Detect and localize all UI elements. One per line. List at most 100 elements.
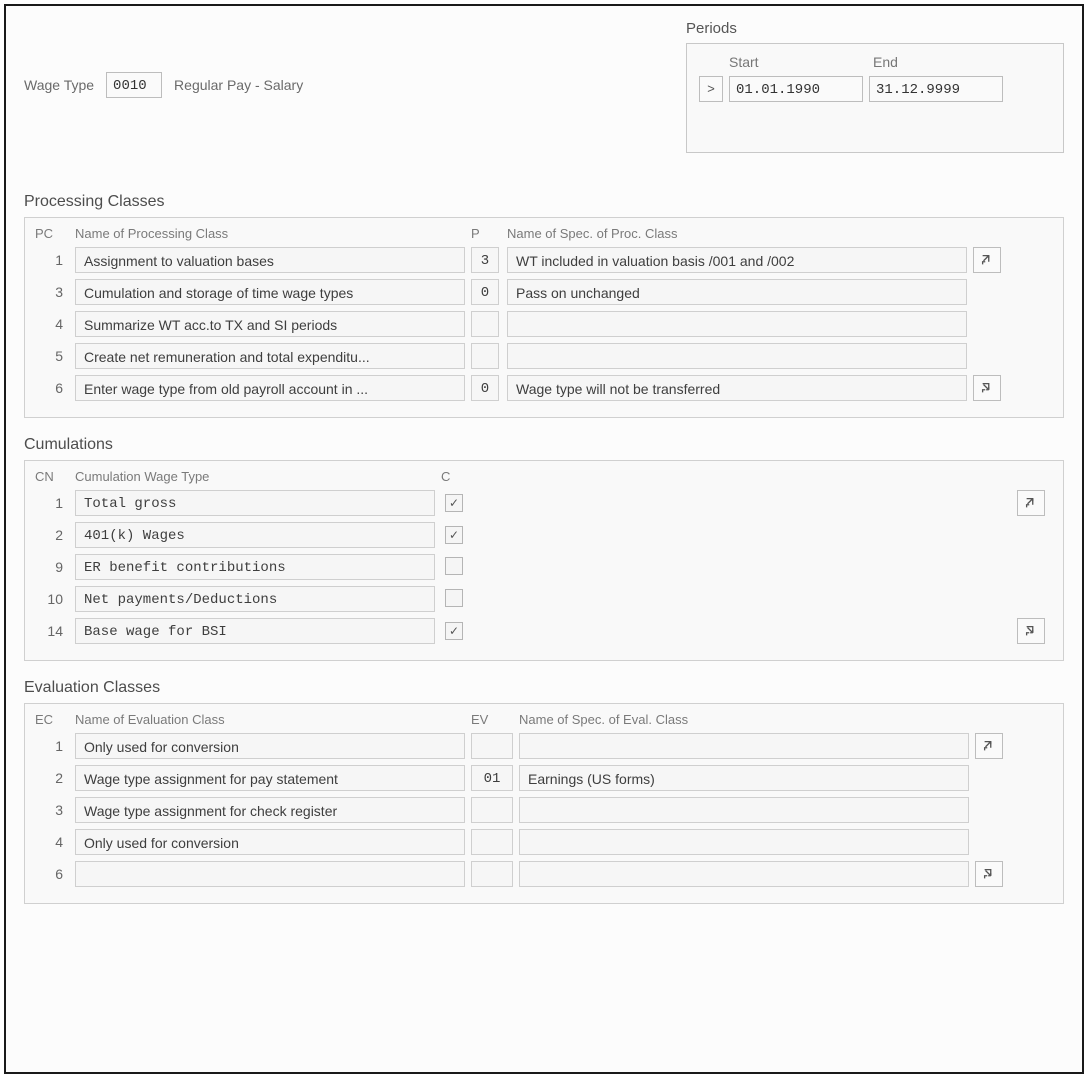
pc-number: 5 — [35, 348, 69, 364]
cu-number: 2 — [35, 527, 69, 543]
evaluation-classes-header: EC Name of Evaluation Class EV Name of S… — [35, 712, 1053, 727]
evaluation-classes-body: EC Name of Evaluation Class EV Name of S… — [24, 703, 1064, 904]
periods-row: > 01.01.1990 31.12.9999 — [699, 76, 1051, 102]
scroll-down-icon[interactable] — [975, 861, 1003, 887]
periods-title: Periods — [686, 20, 1064, 37]
ec-header-ev: EV — [471, 712, 513, 727]
pc-name-field[interactable]: Cumulation and storage of time wage type… — [75, 279, 465, 305]
cu-name-field[interactable]: Base wage for BSI — [75, 618, 435, 644]
pc-spec-code-field[interactable] — [471, 311, 499, 337]
pc-number: 1 — [35, 252, 69, 268]
pc-header-spec: Name of Spec. of Proc. Class — [507, 226, 967, 241]
period-selector-button[interactable]: > — [699, 76, 723, 102]
pc-spec-code-field[interactable]: 0 — [471, 375, 499, 401]
evaluation-classes-panel: Evaluation Classes EC Name of Evaluation… — [24, 679, 1064, 904]
cu-checkbox[interactable] — [445, 494, 463, 512]
period-start-input[interactable]: 01.01.1990 — [729, 76, 863, 102]
ec-name-field[interactable] — [75, 861, 465, 887]
cu-name-field[interactable]: Total gross — [75, 490, 435, 516]
pc-spec-name-field[interactable]: WT included in valuation basis /001 and … — [507, 247, 967, 273]
evaluation-classes-title: Evaluation Classes — [24, 679, 1064, 697]
cu-name-field[interactable]: ER benefit contributions — [75, 554, 435, 580]
scroll-down-icon[interactable] — [1017, 618, 1045, 644]
scroll-up-icon[interactable] — [975, 733, 1003, 759]
cu-checkbox[interactable] — [445, 557, 463, 575]
pc-spec-name-field[interactable] — [507, 343, 967, 369]
window-frame: Wage Type 0010 Regular Pay - Salary Peri… — [4, 4, 1084, 1074]
pc-spec-name-field[interactable] — [507, 311, 967, 337]
cu-number: 1 — [35, 495, 69, 511]
cumulation-row: 2 401(k) Wages — [35, 522, 1053, 548]
cu-checkbox[interactable] — [445, 589, 463, 607]
pc-name-field[interactable]: Assignment to valuation bases — [75, 247, 465, 273]
cumulations-header: CN Cumulation Wage Type C — [35, 469, 1053, 484]
wage-type-code-input[interactable]: 0010 — [106, 72, 162, 98]
cu-header-c: C — [441, 469, 475, 484]
processing-class-row: 6 Enter wage type from old payroll accoun… — [35, 375, 1053, 401]
wage-type-name: Regular Pay - Salary — [174, 77, 303, 93]
cumulation-row: 10 Net payments/Deductions — [35, 586, 1053, 612]
ec-name-field[interactable]: Wage type assignment for check register — [75, 797, 465, 823]
pc-name-field[interactable]: Summarize WT acc.to TX and SI periods — [75, 311, 465, 337]
pc-number: 3 — [35, 284, 69, 300]
pc-spec-code-field[interactable]: 0 — [471, 279, 499, 305]
cumulation-row: 1 Total gross — [35, 490, 1053, 516]
pc-name-field[interactable]: Enter wage type from old payroll account… — [75, 375, 465, 401]
processing-class-row: 3 Cumulation and storage of time wage typ… — [35, 279, 1053, 305]
header-row: Wage Type 0010 Regular Pay - Salary Peri… — [24, 20, 1064, 153]
ec-ev-code-field[interactable] — [471, 829, 513, 855]
cumulations-body: CN Cumulation Wage Type C 1 Total gross 24… — [24, 460, 1064, 661]
ec-name-field[interactable]: Only used for conversion — [75, 733, 465, 759]
ec-name-field[interactable]: Only used for conversion — [75, 829, 465, 855]
ec-spec-name-field[interactable] — [519, 797, 969, 823]
ec-header-spec: Name of Spec. of Eval. Class — [519, 712, 969, 727]
processing-classes-title: Processing Classes — [24, 193, 1064, 211]
cu-checkbox[interactable] — [445, 526, 463, 544]
evaluation-class-row: 4Only used for conversion — [35, 829, 1053, 855]
cumulation-row: 14 Base wage for BSI — [35, 618, 1053, 644]
ec-ev-code-field[interactable] — [471, 733, 513, 759]
cumulations-title: Cumulations — [24, 436, 1064, 454]
scroll-up-icon[interactable] — [1017, 490, 1045, 516]
cu-header-cn: CN — [35, 469, 69, 484]
periods-header: Start End — [699, 54, 1051, 70]
ec-spec-name-field[interactable]: Earnings (US forms) — [519, 765, 969, 791]
processing-classes-header: PC Name of Processing Class P Name of Sp… — [35, 226, 1053, 241]
periods-end-label: End — [873, 54, 1007, 70]
cumulation-row: 9 ER benefit contributions — [35, 554, 1053, 580]
period-end-input[interactable]: 31.12.9999 — [869, 76, 1003, 102]
cu-name-field[interactable]: 401(k) Wages — [75, 522, 435, 548]
ec-header-ec: EC — [35, 712, 69, 727]
processing-class-row: 1 Assignment to valuation bases3 WT includ… — [35, 247, 1053, 273]
ec-ev-code-field[interactable]: 01 — [471, 765, 513, 791]
evaluation-class-row: 3 Wage type assignment for check register — [35, 797, 1053, 823]
pc-spec-name-field[interactable]: Pass on unchanged — [507, 279, 967, 305]
scroll-down-icon[interactable] — [973, 375, 1001, 401]
scroll-up-icon[interactable] — [973, 247, 1001, 273]
ec-spec-name-field[interactable] — [519, 861, 969, 887]
pc-spec-code-field[interactable]: 3 — [471, 247, 499, 273]
ec-number: 3 — [35, 802, 69, 818]
cu-number: 14 — [35, 623, 69, 639]
pc-spec-code-field[interactable] — [471, 343, 499, 369]
pc-spec-name-field[interactable]: Wage type will not be transferred — [507, 375, 967, 401]
processing-class-row: 4Summarize WT acc.to TX and SI periods — [35, 311, 1053, 337]
ec-ev-code-field[interactable] — [471, 861, 513, 887]
ec-ev-code-field[interactable] — [471, 797, 513, 823]
pc-number: 6 — [35, 380, 69, 396]
processing-class-row: 5 Create net remuneration and total expen… — [35, 343, 1053, 369]
ec-header-name: Name of Evaluation Class — [75, 712, 465, 727]
ec-spec-name-field[interactable] — [519, 829, 969, 855]
periods-panel: Periods Start End > 01.01.1990 31.12.999… — [686, 20, 1064, 153]
cu-checkbox[interactable] — [445, 622, 463, 640]
cu-name-field[interactable]: Net payments/Deductions — [75, 586, 435, 612]
cu-header-name: Cumulation Wage Type — [75, 469, 435, 484]
ec-name-field[interactable]: Wage type assignment for pay statement — [75, 765, 465, 791]
cu-number: 9 — [35, 559, 69, 575]
cu-number: 10 — [35, 591, 69, 607]
processing-classes-panel: Processing Classes PC Name of Processing… — [24, 193, 1064, 418]
ec-number: 1 — [35, 738, 69, 754]
pc-name-field[interactable]: Create net remuneration and total expend… — [75, 343, 465, 369]
ec-spec-name-field[interactable] — [519, 733, 969, 759]
evaluation-class-row: 1 Only used for conversion — [35, 733, 1053, 759]
